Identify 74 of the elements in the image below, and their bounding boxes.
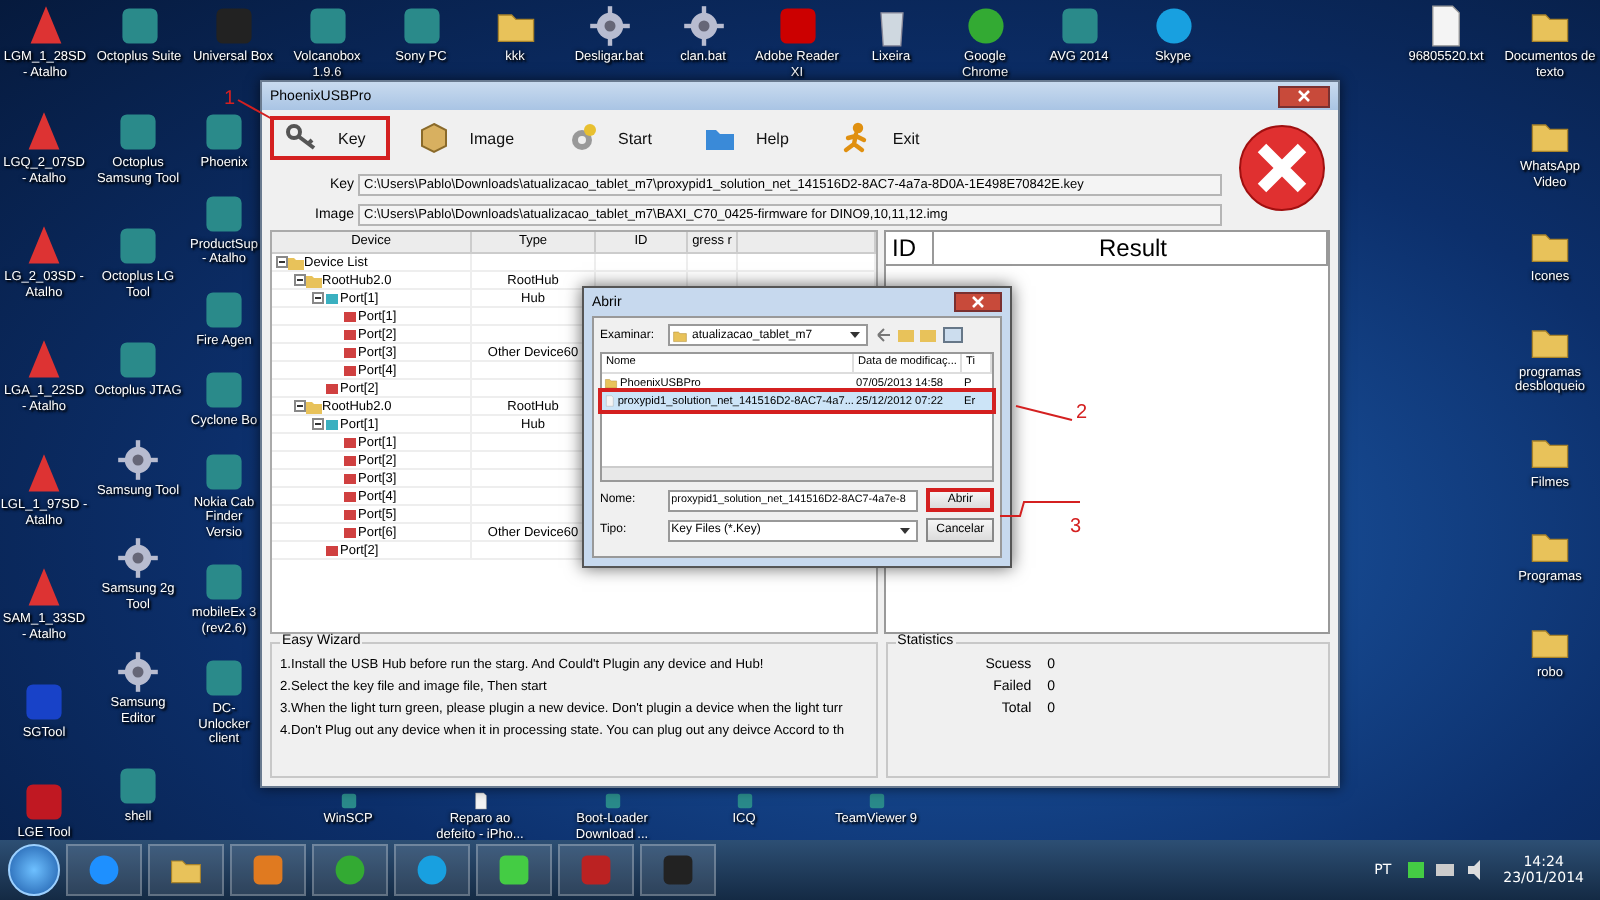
- app-icon[interactable]: [116, 764, 160, 808]
- app-icon[interactable]: [116, 338, 160, 382]
- app-icon[interactable]: [867, 792, 885, 810]
- gear-icon[interactable]: [681, 4, 725, 48]
- taskbar-app[interactable]: [476, 844, 552, 896]
- collapse-icon[interactable]: [294, 274, 306, 286]
- app-icon[interactable]: [660, 852, 696, 888]
- close-icon: [1298, 90, 1310, 102]
- app-icon[interactable]: [399, 4, 443, 48]
- folder-icon: [306, 399, 322, 413]
- app-icon[interactable]: [202, 560, 246, 604]
- app-icon[interactable]: [339, 792, 357, 810]
- app-icon[interactable]: [1057, 4, 1101, 48]
- app-icon[interactable]: [117, 4, 161, 48]
- app-icon[interactable]: [735, 792, 753, 810]
- error-x-icon: [1234, 124, 1330, 212]
- gear-icon[interactable]: [116, 536, 160, 580]
- leader-line: [238, 100, 274, 120]
- app-icon[interactable]: [86, 852, 122, 888]
- app-icon[interactable]: [775, 4, 819, 48]
- gear-icon[interactable]: [587, 4, 631, 48]
- toolbar-button[interactable]: Help: [687, 116, 813, 160]
- taskbar-app[interactable]: [394, 844, 470, 896]
- key-icon: [286, 122, 318, 154]
- annotation-number: 3: [1070, 516, 1082, 538]
- collapse-icon[interactable]: [312, 418, 324, 430]
- app-icon[interactable]: [202, 449, 246, 493]
- leader-line: [1016, 406, 1072, 420]
- app-icon[interactable]: [250, 852, 286, 888]
- nav-icons[interactable]: [876, 326, 964, 344]
- close-button[interactable]: [954, 292, 1002, 312]
- taskbar-app[interactable]: [640, 844, 716, 896]
- leader-line: [1000, 500, 1080, 516]
- app-icon[interactable]: [332, 852, 368, 888]
- scrollbar[interactable]: [602, 466, 992, 480]
- dropdown-caret-icon[interactable]: [898, 523, 913, 537]
- gear-icon: [566, 122, 599, 154]
- close-button[interactable]: [1278, 85, 1330, 107]
- taskbar-app[interactable]: [312, 844, 388, 896]
- gear-icon[interactable]: [116, 437, 160, 481]
- app-icon[interactable]: [496, 852, 532, 888]
- app-icon[interactable]: [1151, 4, 1195, 48]
- app-icon[interactable]: [414, 852, 450, 888]
- app-icon[interactable]: [116, 224, 160, 268]
- app-icon[interactable]: [22, 779, 66, 823]
- collapse-icon[interactable]: [294, 400, 306, 412]
- app-icon[interactable]: [963, 4, 1007, 48]
- taskbar-app[interactable]: [230, 844, 306, 896]
- app-icon[interactable]: [116, 110, 160, 154]
- column-header: Result: [934, 232, 1328, 264]
- app-icon[interactable]: [202, 191, 246, 235]
- dropdown-caret-icon[interactable]: [848, 328, 862, 342]
- toolbar-button[interactable]: Exit: [824, 116, 944, 160]
- collapse-icon[interactable]: [312, 292, 324, 304]
- start-button[interactable]: [8, 844, 60, 896]
- app-icon[interactable]: [202, 368, 246, 412]
- app-icon[interactable]: [202, 287, 246, 331]
- column-header: ID: [886, 232, 934, 264]
- app-icon[interactable]: [603, 792, 621, 810]
- annotation-number: 1: [224, 88, 236, 110]
- taskbar-app[interactable]: [148, 844, 224, 896]
- close-icon: [972, 296, 984, 308]
- annotation-number: 2: [1076, 402, 1088, 424]
- gear-icon[interactable]: [116, 650, 160, 694]
- taskbar-app[interactable]: [558, 844, 634, 896]
- toolbar-button[interactable]: Start: [550, 116, 676, 160]
- app-icon[interactable]: [202, 110, 246, 154]
- app-icon[interactable]: [305, 4, 349, 48]
- document-icon[interactable]: [471, 792, 489, 810]
- toolbar-button[interactable]: Image: [401, 116, 539, 160]
- app-icon[interactable]: [202, 656, 246, 700]
- cube-icon: [417, 122, 450, 154]
- collapse-icon[interactable]: [276, 256, 288, 268]
- toolbar-button[interactable]: Key: [270, 116, 390, 160]
